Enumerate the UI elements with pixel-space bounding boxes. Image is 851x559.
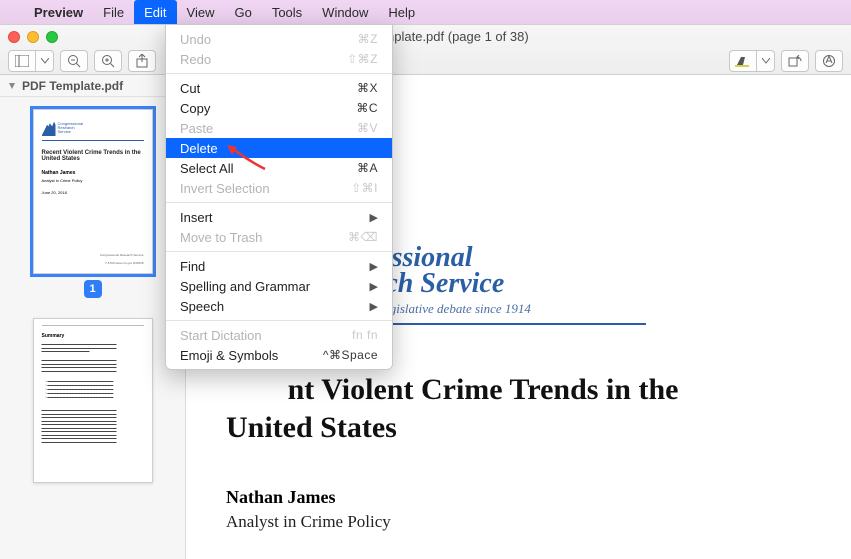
menu-help[interactable]: Help (378, 0, 425, 24)
highlight-button[interactable] (729, 50, 757, 72)
document-author: Nathan James (226, 487, 851, 508)
menu-tools[interactable]: Tools (262, 0, 312, 24)
menu-item-label: Spelling and Grammar (180, 279, 310, 294)
markup-button[interactable] (815, 50, 843, 72)
sidebar-toggle[interactable] (8, 50, 36, 72)
thumbnail-page-2[interactable]: Summary ▬▬▬▬▬▬▬▬▬▬▬▬▬▬▬▬▬▬▬▬▬▬▬▬▬▬▬▬▬▬▬▬… (33, 318, 153, 483)
menu-item-redo: Redo ⇧⌘Z (166, 49, 392, 69)
submenu-chevron-icon: ▶ (370, 211, 378, 224)
menu-item-label: Redo (180, 52, 211, 67)
menu-go[interactable]: Go (224, 0, 261, 24)
submenu-chevron-icon: ▶ (370, 260, 378, 273)
menu-shortcut: ⌘C (356, 101, 378, 115)
menu-edit[interactable]: Edit (134, 0, 176, 24)
menu-shortcut: ⇧⌘I (351, 181, 378, 195)
close-window[interactable] (8, 31, 20, 43)
menu-separator (166, 320, 392, 321)
menu-shortcut: fn fn (352, 328, 378, 342)
traffic-lights (8, 31, 58, 43)
menu-item-label: Invert Selection (180, 181, 270, 196)
minimize-window[interactable] (27, 31, 39, 43)
document-role: Analyst in Crime Policy (226, 512, 851, 532)
toolbar (0, 49, 851, 74)
menu-item-find[interactable]: Find ▶ (166, 256, 392, 276)
app-menu[interactable]: Preview (24, 5, 93, 20)
menu-shortcut: ⌘A (357, 161, 378, 175)
titlebar: PDF Template.pdf (page 1 of 38) (0, 25, 851, 75)
zoom-in-button[interactable] (94, 50, 122, 72)
menu-item-label: Find (180, 259, 205, 274)
page-number-badge: 1 (84, 280, 102, 298)
menu-item-start-dictation: Start Dictation fn fn (166, 325, 392, 345)
menu-item-label: Delete (180, 141, 218, 156)
menu-separator (166, 251, 392, 252)
share-button[interactable] (128, 50, 156, 72)
menu-item-label: Select All (180, 161, 233, 176)
menu-item-label: Move to Trash (180, 230, 262, 245)
menu-separator (166, 73, 392, 74)
menu-item-cut[interactable]: Cut ⌘X (166, 78, 392, 98)
highlight-dropdown[interactable] (757, 50, 775, 72)
menu-item-label: Insert (180, 210, 213, 225)
submenu-chevron-icon: ▶ (370, 300, 378, 313)
menu-shortcut: ^⌘Space (323, 348, 378, 362)
menu-item-undo: Undo ⌘Z (166, 29, 392, 49)
zoom-out-button[interactable] (60, 50, 88, 72)
thumbnail-sidebar: PDF Template.pdf CongressionalResearch S… (0, 75, 186, 559)
menu-item-insert[interactable]: Insert ▶ (166, 207, 392, 227)
sidebar-mode-dropdown[interactable] (36, 50, 54, 72)
menu-item-label: Start Dictation (180, 328, 262, 343)
disclosure-triangle-icon (8, 82, 16, 90)
menu-shortcut: ⌘⌫ (348, 230, 378, 244)
menu-item-label: Emoji & Symbols (180, 348, 278, 363)
menu-item-move-to-trash: Move to Trash ⌘⌫ (166, 227, 392, 247)
menu-item-label: Copy (180, 101, 210, 116)
system-menubar: Preview File Edit View Go Tools Window H… (0, 0, 851, 24)
menu-separator (166, 202, 392, 203)
thumbnail-list[interactable]: CongressionalResearch Service Recent Vio… (0, 97, 185, 559)
menu-shortcut: ⌘V (357, 121, 378, 135)
menu-item-label: Paste (180, 121, 213, 136)
menu-item-label: Speech (180, 299, 224, 314)
menu-item-invert-selection: Invert Selection ⇧⌘I (166, 178, 392, 198)
sidebar-filename: PDF Template.pdf (22, 79, 123, 93)
menu-shortcut: ⌘Z (358, 32, 378, 46)
preview-window: PDF Template.pdf (page 1 of 38) (0, 24, 851, 559)
menu-shortcut: ⌘X (357, 81, 378, 95)
menu-item-label: Undo (180, 32, 211, 47)
menu-item-speech[interactable]: Speech ▶ (166, 296, 392, 316)
menu-item-label: Cut (180, 81, 200, 96)
menu-item-paste: Paste ⌘V (166, 118, 392, 138)
menu-item-delete[interactable]: Delete (166, 138, 392, 158)
menu-window[interactable]: Window (312, 0, 378, 24)
thumbnail-page-1[interactable]: CongressionalResearch Service Recent Vio… (33, 109, 153, 298)
sidebar-header[interactable]: PDF Template.pdf (0, 75, 185, 97)
rotate-button[interactable] (781, 50, 809, 72)
menu-item-emoji-symbols[interactable]: Emoji & Symbols ^⌘Space (166, 345, 392, 365)
document-title: Recent Violent Crime Trends in the Unite… (226, 371, 726, 447)
menu-item-copy[interactable]: Copy ⌘C (166, 98, 392, 118)
menu-view[interactable]: View (177, 0, 225, 24)
menu-file[interactable]: File (93, 0, 134, 24)
edit-menu-dropdown: Undo ⌘Z Redo ⇧⌘Z Cut ⌘X Copy ⌘C Paste ⌘V Delete Sel… (165, 24, 393, 370)
menu-shortcut: ⇧⌘Z (347, 52, 378, 66)
submenu-chevron-icon: ▶ (370, 280, 378, 293)
menu-item-spelling-and-grammar[interactable]: Spelling and Grammar ▶ (166, 276, 392, 296)
zoom-window[interactable] (46, 31, 58, 43)
menu-item-select-all[interactable]: Select All ⌘A (166, 158, 392, 178)
